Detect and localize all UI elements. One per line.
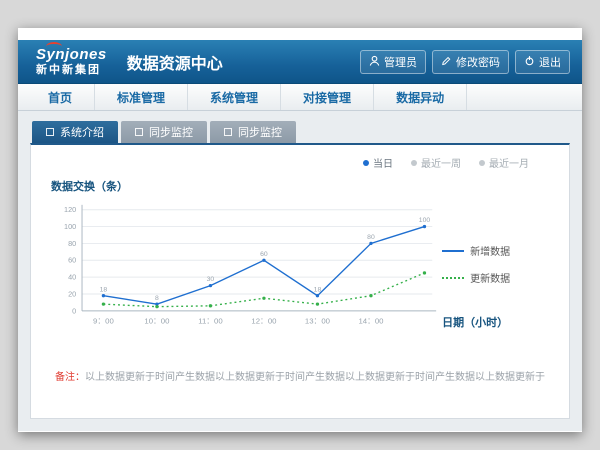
chart-value-label: 100 xyxy=(419,217,431,224)
x-axis-tick-label: 13：00 xyxy=(305,317,331,326)
footnote-text: 以上数据更新于时间产生数据以上数据更新于时间产生数据以上数据更新于时间产生数据以… xyxy=(85,372,545,383)
tab-row: 系统介绍 同步监控 同步监控 xyxy=(30,121,570,143)
user-icon xyxy=(369,55,380,69)
legend-dot-icon xyxy=(479,160,485,166)
legend-label: 最近一周 xyxy=(421,155,461,170)
y-axis-tick-label: 60 xyxy=(68,256,76,265)
y-axis-tick-label: 20 xyxy=(68,289,76,298)
nav-item[interactable]: 系统管理 xyxy=(188,84,281,110)
chart-point xyxy=(369,242,372,245)
chart-point xyxy=(316,302,319,305)
main-nav: 首页标准管理系统管理对接管理数据异动 xyxy=(18,84,582,111)
chart-point xyxy=(155,305,158,308)
header-buttons: 管理员 修改密码 退出 xyxy=(360,50,570,74)
chart-point xyxy=(369,294,372,297)
tab-icon xyxy=(135,128,143,136)
chart-point xyxy=(423,271,426,274)
legend-label: 当日 xyxy=(373,155,393,170)
tab[interactable]: 同步监控 xyxy=(210,121,296,143)
chart-value-label: 30 xyxy=(207,276,215,283)
chart-point xyxy=(209,304,212,307)
chart-value-label: 18 xyxy=(100,286,108,293)
y-axis-tick-label: 120 xyxy=(64,205,76,214)
chart-x-axis-title: 日期（小时） xyxy=(442,314,508,330)
system-intro-panel: 当日 最近一周 最近一月 数据交换（条） 0 20 40 60 80 100 120 9：00 10… xyxy=(30,143,570,419)
window-top-strip xyxy=(18,28,582,40)
legend-dot-icon xyxy=(363,160,369,166)
header-button-label: 退出 xyxy=(539,54,561,70)
logo-wordmark: Synjones xyxy=(36,47,107,62)
series-name: 新增数据 xyxy=(470,243,510,258)
y-axis-tick-label: 80 xyxy=(68,239,76,248)
chart-value-label: 18 xyxy=(314,286,322,293)
chart-series-line xyxy=(103,273,424,307)
y-axis-tick-label: 40 xyxy=(68,273,76,282)
chart-point xyxy=(423,225,426,228)
tab-label: 同步监控 xyxy=(238,124,282,140)
power-icon xyxy=(524,55,535,69)
pencil-icon xyxy=(441,55,452,69)
app-window: Synjones 新中新集团 数据资源中心 管理员修改密码退出 首页标准管理系统… xyxy=(18,28,582,432)
legend-dot-icon xyxy=(411,160,417,166)
chart-point xyxy=(262,297,265,300)
line-chart: 0 20 40 60 80 100 120 9：00 10：00 11：00 12：00 13：00 1… xyxy=(47,196,438,346)
logo: Synjones 新中新集团 xyxy=(36,47,107,76)
change-password-button[interactable]: 修改密码 xyxy=(432,50,509,74)
legend-item[interactable]: 最近一月 xyxy=(479,155,529,170)
y-axis-tick-label: 100 xyxy=(64,222,76,231)
chart-point xyxy=(102,294,105,297)
x-axis-tick-label: 9：00 xyxy=(93,317,114,326)
series-legend: 新增数据更新数据 xyxy=(442,243,553,285)
chart-right-column: 新增数据更新数据 日期（小时） xyxy=(438,196,553,346)
series-line-sample xyxy=(442,277,464,279)
legend-item[interactable]: 最近一周 xyxy=(411,155,461,170)
logout-button[interactable]: 退出 xyxy=(515,50,570,74)
series-line-sample xyxy=(442,250,464,252)
header-button-label: 修改密码 xyxy=(456,54,500,70)
chart-point xyxy=(316,294,319,297)
chart-value-label: 8 xyxy=(155,295,159,302)
legend-item[interactable]: 当日 xyxy=(363,155,393,170)
tab[interactable]: 系统介绍 xyxy=(32,121,118,143)
footnote-prefix: 备注： xyxy=(55,372,85,383)
chart-value-label: 80 xyxy=(367,234,375,241)
x-axis-tick-label: 14：00 xyxy=(358,317,384,326)
content-area: 系统介绍 同步监控 同步监控 当日 最近一周 最近一月 数据交换（条） 0 20 40 60 8… xyxy=(18,111,582,431)
app-title: 数据资源中心 xyxy=(127,50,223,74)
series-legend-item: 新增数据 xyxy=(442,243,553,258)
nav-item[interactable]: 数据异动 xyxy=(374,84,467,110)
nav-item[interactable]: 标准管理 xyxy=(95,84,188,110)
tab-label: 同步监控 xyxy=(149,124,193,140)
admin-user-button[interactable]: 管理员 xyxy=(360,50,426,74)
chart-point xyxy=(209,284,212,287)
chart-row: 0 20 40 60 80 100 120 9：00 10：00 11：00 12：00 13：00 1… xyxy=(47,196,553,346)
x-axis-tick-label: 11：00 xyxy=(198,317,223,326)
tab[interactable]: 同步监控 xyxy=(121,121,207,143)
period-filter-legend: 当日 最近一周 最近一月 xyxy=(47,155,553,170)
legend-label: 最近一月 xyxy=(489,155,529,170)
tab-icon xyxy=(46,128,54,136)
x-axis-tick-label: 10：00 xyxy=(144,317,170,326)
chart-y-axis-title: 数据交换（条） xyxy=(51,178,553,194)
tab-label: 系统介绍 xyxy=(60,124,104,140)
header-button-label: 管理员 xyxy=(384,54,417,70)
x-axis-tick-label: 12：00 xyxy=(251,317,277,326)
series-legend-item: 更新数据 xyxy=(442,270,553,285)
chart-series-line xyxy=(103,227,424,305)
y-axis-tick-label: 0 xyxy=(72,306,76,315)
logo-subtitle: 新中新集团 xyxy=(36,65,107,76)
series-name: 更新数据 xyxy=(470,270,510,285)
chart-value-label: 60 xyxy=(260,251,268,258)
chart-point xyxy=(262,259,265,262)
footnote: 备注：以上数据更新于时间产生数据以上数据更新于时间产生数据以上数据更新于时间产生… xyxy=(47,368,553,383)
nav-item[interactable]: 首页 xyxy=(26,84,95,110)
tab-icon xyxy=(224,128,232,136)
app-header: Synjones 新中新集团 数据资源中心 管理员 修改密码 退出 xyxy=(18,40,582,84)
nav-item[interactable]: 对接管理 xyxy=(281,84,374,110)
chart-point xyxy=(102,302,105,305)
